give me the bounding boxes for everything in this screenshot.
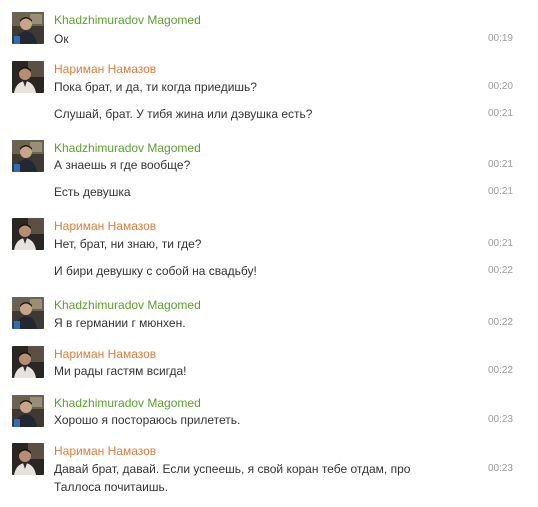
message-group: Нариман Намазов Давай брат, давай. Если … <box>0 443 538 499</box>
sender-name[interactable]: Khadzhimuradov Magomed <box>54 298 201 312</box>
chat-history: Khadzhimuradov Magomed Ок 00:19 Нариман … <box>0 0 538 507</box>
message-text: Слушай, брат. У тибя жина или дэвушка ес… <box>54 107 313 121</box>
message-time: 00:21 <box>487 159 513 170</box>
message-group: Khadzhimuradov Magomed А знаешь я где во… <box>0 140 538 204</box>
user-avatar-photo-icon[interactable] <box>12 61 44 93</box>
message-group: Khadzhimuradov Magomed Я в германии г мю… <box>0 297 538 333</box>
message-time: 00:22 <box>487 317 513 328</box>
message-text: Я в германии г мюнхен. <box>54 316 186 330</box>
message-group: Khadzhimuradov Magomed Ок 00:19 <box>0 12 538 48</box>
message-text: Есть девушка <box>54 185 131 199</box>
message-group: Khadzhimuradov Magomed Хорошо я постораю… <box>0 395 538 431</box>
sender-name[interactable]: Khadzhimuradov Magomed <box>54 396 201 410</box>
sender-name[interactable]: Khadzhimuradov Magomed <box>54 13 201 27</box>
message-group: Нариман Намазов Нет, брат, ни знаю, ти г… <box>0 218 538 282</box>
message-time: 00:21 <box>487 238 513 249</box>
message-time: 00:23 <box>487 414 513 425</box>
user-avatar-photo-icon[interactable] <box>12 395 44 427</box>
sender-name[interactable]: Khadzhimuradov Magomed <box>54 141 201 155</box>
sender-name[interactable]: Нариман Намазов <box>54 347 156 361</box>
sender-name[interactable]: Нариман Намазов <box>54 219 156 233</box>
user-avatar-photo-icon[interactable] <box>12 346 44 378</box>
message-text: А знаешь я где вообще? <box>54 158 191 172</box>
message-text: Ок <box>54 32 69 46</box>
user-avatar-photo-icon[interactable] <box>12 140 44 172</box>
user-avatar-photo-icon[interactable] <box>12 218 44 250</box>
message-time: 00:21 <box>487 186 513 197</box>
user-avatar-photo-icon[interactable] <box>12 443 44 475</box>
message-text: Хорошо я постораюсь прилететь. <box>54 413 241 427</box>
user-avatar-photo-icon[interactable] <box>12 12 44 44</box>
message-text: Пока брат, и да, ти когда приедишь? <box>54 80 257 94</box>
message-time: 00:22 <box>487 265 513 276</box>
message-time: 00:23 <box>487 463 513 474</box>
message-text: Нет, брат, ни знаю, ти где? <box>54 237 202 251</box>
message-group: Нариман Намазов Ми рады гастям всигда! 0… <box>0 346 538 382</box>
message-time: 00:19 <box>487 33 513 44</box>
message-group: Нариман Намазов Пока брат, и да, ти когд… <box>0 61 538 125</box>
message-time: 00:21 <box>487 108 513 119</box>
sender-name[interactable]: Нариман Намазов <box>54 444 156 458</box>
message-text: Ми рады гастям всигда! <box>54 364 187 378</box>
message-text: И бири девушку с собой на свадьбу! <box>54 264 257 278</box>
user-avatar-photo-icon[interactable] <box>12 297 44 329</box>
message-time: 00:22 <box>487 365 513 376</box>
message-time: 00:20 <box>487 81 513 92</box>
sender-name[interactable]: Нариман Намазов <box>54 62 156 76</box>
message-text: Давай брат, давай. Если успеешь, я свой … <box>54 462 411 494</box>
